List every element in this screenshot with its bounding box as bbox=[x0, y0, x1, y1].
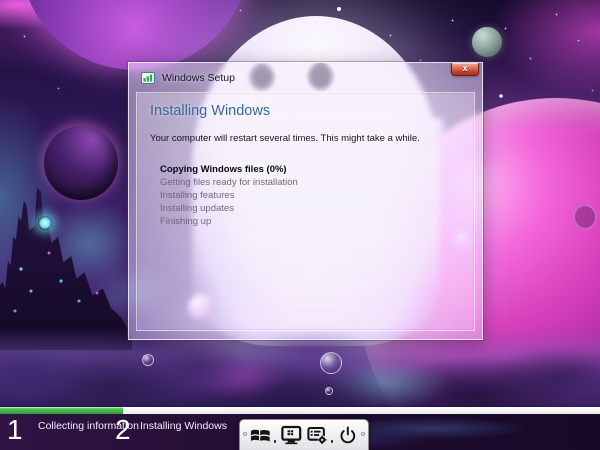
menu-dot bbox=[331, 440, 334, 443]
windows-setup-icon bbox=[141, 72, 155, 84]
step-copying-files: Copying Windows files (0%) bbox=[160, 163, 474, 176]
subtitle-text: Your computer will restart several times… bbox=[150, 133, 474, 144]
close-button[interactable]: x bbox=[451, 63, 479, 76]
stage-1-number: 1 bbox=[7, 414, 23, 446]
step-installing-updates: Installing updates bbox=[160, 202, 474, 215]
desktop-screen: Windows Setup x Installing Windows Your … bbox=[0, 0, 600, 450]
planet-crater bbox=[573, 204, 597, 230]
step-getting-files-ready: Getting files ready for installation bbox=[160, 176, 474, 189]
cloud-bank bbox=[0, 328, 600, 418]
progress-fill bbox=[0, 407, 123, 414]
menu-dot bbox=[274, 440, 277, 443]
taskbar-tray bbox=[239, 419, 369, 450]
display-setup-icon[interactable] bbox=[281, 425, 302, 445]
bubble bbox=[320, 352, 342, 374]
planet-left-small bbox=[44, 126, 118, 200]
window-title: Windows Setup bbox=[162, 72, 235, 84]
progress-bar-track bbox=[0, 407, 600, 414]
bubble bbox=[142, 354, 154, 366]
tray-handle-dot bbox=[243, 432, 247, 436]
device-options-icon[interactable] bbox=[307, 425, 328, 445]
window-client-area: Installing Windows Your computer will re… bbox=[136, 92, 475, 331]
moon-top-right bbox=[472, 27, 502, 57]
window-titlebar[interactable]: Windows Setup x bbox=[129, 63, 482, 92]
tray-handle-dot bbox=[361, 432, 365, 436]
install-steps-list: Copying Windows files (0%) Getting files… bbox=[160, 163, 474, 228]
step-finishing-up: Finishing up bbox=[160, 215, 474, 228]
page-title: Installing Windows bbox=[150, 103, 474, 119]
stage-2-number: 2 bbox=[115, 414, 131, 446]
step-installing-features: Installing features bbox=[160, 189, 474, 202]
castle-lights bbox=[0, 0, 2, 2]
stage-2-label: Installing Windows bbox=[140, 420, 227, 432]
windows-logo-icon[interactable] bbox=[250, 426, 271, 444]
bubble bbox=[325, 387, 333, 395]
power-icon[interactable] bbox=[338, 425, 358, 445]
windows-setup-window: Windows Setup x Installing Windows Your … bbox=[128, 62, 483, 340]
castle-rose-window-glow bbox=[38, 216, 52, 230]
